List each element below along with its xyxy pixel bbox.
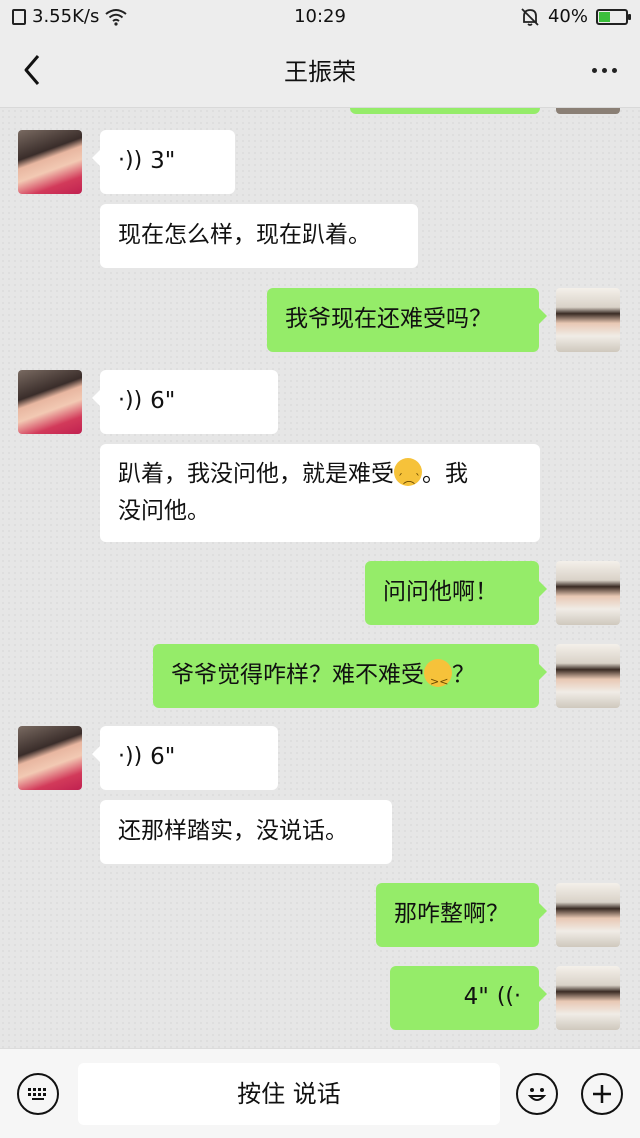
contact-avatar[interactable] bbox=[18, 370, 82, 434]
my-avatar[interactable] bbox=[556, 561, 620, 625]
my-avatar[interactable] bbox=[556, 644, 620, 708]
more-dots-icon[interactable] bbox=[582, 48, 626, 92]
message-list[interactable]: ·)) 3" 现在怎么样，现在趴着。 我爷现在还难受吗？ ·)) 6" 趴着，我没问… bbox=[0, 108, 640, 1048]
text-message[interactable]: 爷爷觉得咋样？难不难受 ？ bbox=[153, 644, 547, 708]
text-message[interactable]: 还那样踏实，没说话。 bbox=[100, 800, 392, 864]
keyboard-icon[interactable] bbox=[17, 1073, 59, 1115]
voice-message[interactable]: ·)) 6" bbox=[92, 370, 278, 434]
smiley-glyph bbox=[527, 1088, 547, 1101]
voice-duration: 3" bbox=[150, 148, 176, 174]
mute-bell-icon bbox=[521, 7, 539, 26]
message-text: 。我 bbox=[422, 461, 468, 487]
voice-wave-icon: ((· bbox=[496, 984, 521, 1009]
message-text: 我爷现在还难受吗？ bbox=[285, 306, 492, 332]
previous-bubble-edge bbox=[350, 108, 540, 114]
contact-avatar[interactable] bbox=[18, 726, 82, 790]
message-text: ？ bbox=[452, 662, 475, 688]
emoji-icon[interactable] bbox=[516, 1073, 558, 1115]
plus-icon[interactable] bbox=[581, 1073, 623, 1115]
message-text: 现在怎么样，现在趴着。 bbox=[118, 222, 371, 248]
text-message[interactable]: 问问他啊！ bbox=[365, 561, 547, 625]
hold-to-talk-button[interactable]: 按住 说话 bbox=[78, 1063, 500, 1125]
voice-duration: 4" bbox=[463, 984, 489, 1010]
voice-duration: 6" bbox=[150, 388, 176, 414]
voice-wave-icon: ·)) bbox=[118, 744, 143, 769]
message-text: 爷爷觉得咋样？难不难受 bbox=[171, 662, 424, 688]
voice-wave-icon: ·)) bbox=[118, 148, 143, 173]
keyboard-glyph bbox=[28, 1088, 46, 1100]
chat-header: 王振荣 bbox=[0, 34, 640, 108]
my-avatar[interactable] bbox=[556, 883, 620, 947]
message-text: 问问他啊！ bbox=[383, 579, 498, 605]
contact-name: 王振荣 bbox=[284, 58, 356, 86]
text-message[interactable]: 那咋整啊？ bbox=[376, 883, 547, 947]
voice-message[interactable]: ·)) 6" bbox=[92, 726, 278, 790]
voice-wave-icon: ·)) bbox=[118, 388, 143, 413]
message-text: 还那样踏实，没说话。 bbox=[118, 818, 348, 844]
confounded-face-emoji bbox=[424, 659, 452, 701]
contact-avatar[interactable] bbox=[18, 130, 82, 194]
text-message[interactable]: 我爷现在还难受吗？ bbox=[267, 288, 547, 352]
message-text: 没问他。 bbox=[118, 498, 210, 524]
voice-duration: 6" bbox=[150, 744, 176, 770]
my-avatar[interactable] bbox=[556, 966, 620, 1030]
plus-glyph bbox=[593, 1085, 611, 1103]
text-message[interactable]: 趴着，我没问他，就是难受 。我 没问他。 bbox=[100, 444, 540, 542]
voice-message[interactable]: 4" ((· bbox=[390, 966, 547, 1030]
voice-message[interactable]: ·)) 3" bbox=[92, 130, 235, 194]
text-message[interactable]: 现在怎么样，现在趴着。 bbox=[100, 204, 418, 268]
previous-avatar-edge bbox=[556, 108, 620, 114]
battery-percent: 40% bbox=[547, 6, 588, 27]
input-bar: 按住 说话 bbox=[0, 1048, 640, 1138]
message-text: 那咋整啊？ bbox=[394, 901, 509, 927]
battery-icon bbox=[596, 8, 631, 25]
status-bar: 3.55K/s 10:29 40% bbox=[0, 0, 640, 34]
my-avatar[interactable] bbox=[556, 288, 620, 352]
crying-face-emoji bbox=[394, 458, 422, 498]
message-text: 趴着，我没问他，就是难受 bbox=[118, 461, 394, 487]
